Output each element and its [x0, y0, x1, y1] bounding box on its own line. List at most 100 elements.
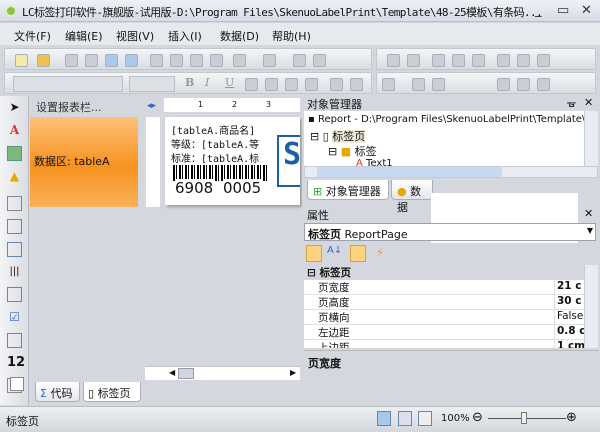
label-text-name[interactable]: [tableA.商品名]	[171, 122, 255, 137]
close-icon[interactable]: ✕	[584, 207, 593, 220]
font-size-select[interactable]	[129, 76, 175, 92]
align-top-icon[interactable]	[497, 54, 510, 67]
richtext-tool-icon[interactable]	[7, 287, 22, 302]
barcode-tool-icon[interactable]: |||	[7, 264, 22, 279]
close-button[interactable]: ✕	[581, 3, 592, 18]
view-page-icon[interactable]	[377, 411, 391, 426]
zoom-out-icon[interactable]: ⊖	[472, 410, 483, 425]
chevron-down-icon[interactable]: ▼	[587, 226, 593, 235]
italic-button[interactable]: I	[205, 76, 209, 89]
sort-az-icon[interactable]: A↓	[327, 245, 342, 256]
text-tool-icon[interactable]: A	[7, 123, 22, 138]
checkbox-tool-icon[interactable]: ☑	[7, 310, 22, 325]
fill-icon[interactable]	[412, 78, 425, 91]
format-painter-icon[interactable]	[210, 54, 223, 67]
font-name-select[interactable]	[13, 76, 123, 92]
scroll-left-icon[interactable]: ◀	[169, 368, 175, 377]
minimize-button[interactable]: _	[535, 3, 542, 18]
cut-icon[interactable]	[150, 54, 163, 67]
ungroup-icon[interactable]	[313, 54, 326, 67]
label-canvas[interactable]: [tableA.商品名] 等级：[tableA.等 标准：[tableA.标 6…	[165, 117, 300, 205]
align-icon[interactable]	[387, 54, 400, 67]
style-icon[interactable]	[432, 78, 445, 91]
property-row[interactable]: 页高度 30 c	[304, 295, 598, 310]
table-tool-icon[interactable]	[7, 219, 22, 234]
new-icon[interactable]	[15, 54, 28, 67]
object-selector[interactable]: 标签页 ReportPage ▼	[304, 223, 596, 241]
view-single-icon[interactable]	[398, 411, 412, 426]
label-text-standard[interactable]: 标准：[tableA.标	[171, 150, 271, 165]
undo-icon[interactable]	[233, 54, 246, 67]
valign-icon[interactable]	[330, 78, 343, 91]
property-row[interactable]: 上边距 1 cm	[304, 340, 598, 348]
underline-button[interactable]: U	[225, 76, 234, 89]
menu-help[interactable]: 帮助(H)	[272, 28, 311, 44]
label-text-grade[interactable]: 等级：[tableA.等	[171, 136, 271, 151]
label-tool-icon[interactable]	[10, 377, 24, 391]
tree-node-text[interactable]: A Text1	[356, 158, 393, 166]
canvas-horizontal-scrollbar[interactable]: ◀ ▶	[145, 366, 300, 380]
categorized-icon[interactable]	[306, 245, 322, 262]
properties-icon[interactable]	[350, 245, 366, 262]
shape-tool-icon[interactable]: ▲	[7, 169, 22, 184]
border-icon[interactable]	[517, 78, 530, 91]
menu-view[interactable]: 视图(V)	[116, 28, 154, 44]
line-tool-icon[interactable]	[7, 333, 22, 348]
find-icon[interactable]	[125, 54, 138, 67]
align-right-icon[interactable]	[472, 54, 485, 67]
tree-node-report[interactable]: ▪ Report - D:\Program Files\SkenuoLabelP…	[308, 114, 598, 125]
number-tool-icon[interactable]: 12	[7, 355, 25, 370]
save-icon[interactable]	[65, 54, 78, 67]
text-align-left-icon[interactable]	[245, 78, 258, 91]
menu-data[interactable]: 数据(D)	[220, 28, 259, 44]
tab-data[interactable]: ● 数据	[391, 180, 433, 214]
copy-icon[interactable]	[170, 54, 183, 67]
menu-insert[interactable]: 插入(I)	[168, 28, 202, 44]
preview-icon[interactable]	[105, 54, 118, 67]
qs-logo-image[interactable]: S	[277, 135, 300, 187]
tab-object-manager[interactable]: ⊞ 对象管理器	[307, 180, 389, 200]
property-row[interactable]: 页宽度 21 c	[304, 280, 598, 295]
align-bottom-icon[interactable]	[537, 54, 550, 67]
font-color-icon[interactable]	[382, 78, 395, 91]
scroll-right-icon[interactable]: ▶	[290, 368, 296, 377]
container-tool-icon[interactable]	[7, 196, 22, 211]
text-align-right-icon[interactable]	[285, 78, 298, 91]
data-band[interactable]: 数据区: tableA	[30, 117, 138, 207]
group-icon[interactable]	[293, 54, 306, 67]
property-scrollbar[interactable]	[584, 265, 598, 348]
align-center-icon[interactable]	[452, 54, 465, 67]
valign-icon[interactable]	[350, 78, 363, 91]
tree-horizontal-scrollbar[interactable]	[304, 166, 598, 178]
tree-node-page[interactable]: ⊟ ▯ 标签页	[310, 128, 366, 144]
band-settings-header[interactable]: 设置报表栏...	[30, 96, 140, 116]
tree-vertical-scrollbar[interactable]	[584, 111, 598, 166]
zoom-in-icon[interactable]: ⊕	[566, 410, 577, 425]
maximize-button[interactable]: ▭	[557, 3, 569, 18]
scroll-thumb[interactable]	[317, 167, 502, 177]
open-icon[interactable]	[37, 54, 50, 67]
redo-icon[interactable]	[263, 54, 276, 67]
text-justify-icon[interactable]	[305, 78, 318, 91]
border-icon[interactable]	[537, 78, 550, 91]
tab-code[interactable]: Σ 代码	[35, 382, 80, 402]
paste-icon[interactable]	[190, 54, 203, 67]
property-row[interactable]: 左边距 0.8 c	[304, 325, 598, 340]
menu-edit[interactable]: 编辑(E)	[65, 28, 103, 44]
close-icon[interactable]: ✕	[584, 96, 593, 109]
copy-page-icon[interactable]	[85, 54, 98, 67]
pin-icon[interactable]: ᚗ	[567, 96, 576, 109]
align-icon[interactable]	[407, 54, 420, 67]
property-category[interactable]: ⊟ 标签页	[304, 265, 598, 280]
tab-label-page[interactable]: ▯ 标签页	[83, 382, 141, 402]
border-icon[interactable]	[497, 78, 510, 91]
text-align-center-icon[interactable]	[265, 78, 278, 91]
scroll-thumb[interactable]	[178, 368, 194, 379]
property-row[interactable]: 页横向 False	[304, 310, 598, 325]
events-icon[interactable]: ⚡	[376, 246, 384, 259]
picture-tool-icon[interactable]	[7, 146, 22, 161]
resize-handle-icon[interactable]: ◂▸	[147, 101, 156, 111]
bold-button[interactable]: B	[185, 76, 194, 89]
menu-file[interactable]: 文件(F)	[14, 28, 51, 44]
matrix-tool-icon[interactable]	[7, 242, 22, 257]
